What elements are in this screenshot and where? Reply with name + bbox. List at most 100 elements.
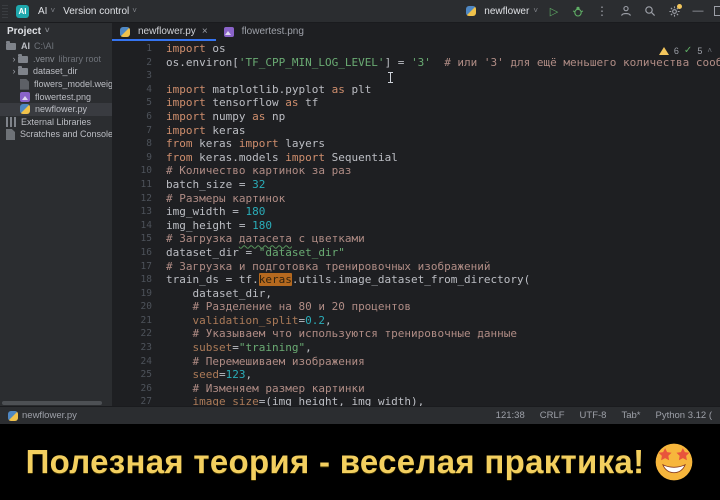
search-everywhere-button[interactable]: [642, 3, 658, 19]
code-line[interactable]: 3: [112, 69, 720, 83]
code-line[interactable]: 1import os: [112, 42, 720, 56]
code-token: layers: [279, 137, 325, 150]
horizontal-scrollbar[interactable]: [2, 401, 102, 405]
inspections-widget[interactable]: 6 ✓ 5 ˄: [659, 45, 712, 56]
line-number[interactable]: 1: [112, 42, 166, 56]
code-line[interactable]: 6import numpy as np: [112, 110, 720, 124]
line-number[interactable]: 11: [112, 178, 166, 192]
code-line[interactable]: 24 # Перемешиваем изображения: [112, 355, 720, 369]
line-number[interactable]: 20: [112, 300, 166, 314]
project-logo[interactable]: AI: [16, 5, 29, 18]
line-number[interactable]: 16: [112, 246, 166, 260]
line-number[interactable]: 25: [112, 368, 166, 382]
code-token: 0.2: [305, 314, 325, 327]
code-line[interactable]: 4import matplotlib.pyplot as plt: [112, 83, 720, 97]
debug-button[interactable]: [570, 3, 586, 19]
code-line[interactable]: 18train_ds = tf.keras.utils.image_datase…: [112, 273, 720, 287]
line-number[interactable]: 13: [112, 205, 166, 219]
code-line[interactable]: 22 # Указываем что используются трениров…: [112, 327, 720, 341]
code-line[interactable]: 5import tensorflow as tf: [112, 96, 720, 110]
run-config-select[interactable]: newflower ˅: [466, 6, 538, 17]
tree-item[interactable]: External Libraries: [0, 116, 112, 129]
python-interpreter[interactable]: Python 3.12 (: [655, 410, 712, 421]
tree-item[interactable]: AIC:\AI: [0, 40, 112, 53]
line-number[interactable]: 8: [112, 137, 166, 151]
code-with-me-button[interactable]: [618, 3, 634, 19]
code-token: as: [285, 96, 298, 109]
code-line[interactable]: 20 # Разделение на 80 и 20 процентов: [112, 300, 720, 314]
status-breadcrumb[interactable]: newflower.py: [8, 410, 77, 421]
line-number[interactable]: 3: [112, 69, 166, 83]
editor-tab[interactable]: newflower.py×: [112, 22, 216, 41]
run-button[interactable]: ▷: [546, 3, 562, 19]
tree-item[interactable]: ›dataset_dir: [0, 65, 112, 78]
settings-button[interactable]: [666, 3, 682, 19]
version-control-menu[interactable]: Version control˅: [59, 6, 141, 17]
line-number[interactable]: 6: [112, 110, 166, 124]
minimize-button[interactable]: —: [690, 3, 706, 19]
line-number[interactable]: 18: [112, 273, 166, 287]
code-line[interactable]: 8from keras import layers: [112, 137, 720, 151]
code-token: dataset_dir,: [166, 287, 272, 300]
chevron-right-icon[interactable]: ›: [10, 66, 18, 76]
code-text: # Размеры картинок: [166, 192, 285, 206]
line-number[interactable]: 15: [112, 232, 166, 246]
line-number[interactable]: 23: [112, 341, 166, 355]
main-menu-ai[interactable]: AI˅: [34, 6, 59, 17]
tree-item[interactable]: ›.venvlibrary root: [0, 53, 112, 66]
chevron-right-icon[interactable]: ›: [10, 54, 18, 64]
code-line[interactable]: 11batch_size = 32: [112, 178, 720, 192]
code-line[interactable]: 14img_height = 180: [112, 219, 720, 233]
line-number[interactable]: 7: [112, 124, 166, 138]
editor-tab[interactable]: flowertest.png: [216, 22, 312, 41]
line-number[interactable]: 14: [112, 219, 166, 233]
code-line[interactable]: 10# Количество картинок за раз: [112, 164, 720, 178]
line-number[interactable]: 9: [112, 151, 166, 165]
code-line[interactable]: 7import keras: [112, 124, 720, 138]
code-line[interactable]: 25 seed=123,: [112, 368, 720, 382]
code-text: from keras import layers: [166, 137, 325, 151]
line-number[interactable]: 22: [112, 327, 166, 341]
code-token: train_ds = tf.: [166, 273, 259, 286]
line-number[interactable]: 10: [112, 164, 166, 178]
more-actions-button[interactable]: ⋮: [594, 3, 610, 19]
line-number[interactable]: 26: [112, 382, 166, 396]
line-number[interactable]: 12: [112, 192, 166, 206]
tree-item[interactable]: newflower.py: [0, 103, 112, 116]
code-line[interactable]: 26 # Изменяем размер картинки: [112, 382, 720, 396]
code-line[interactable]: 13img_width = 180: [112, 205, 720, 219]
code-token: img_width =: [166, 205, 245, 218]
tree-item[interactable]: Scratches and Consoles: [0, 128, 112, 141]
code-text: # Загрузка и подготовка тренировочных из…: [166, 260, 491, 274]
maximize-button[interactable]: [714, 6, 720, 16]
line-number[interactable]: 4: [112, 83, 166, 97]
indent-style[interactable]: Tab*: [621, 410, 640, 421]
code-line[interactable]: 2os.environ['TF_CPP_MIN_LOG_LEVEL'] = '3…: [112, 56, 720, 70]
code-line[interactable]: 15# Загрузка датасета с цветками: [112, 232, 720, 246]
code-line[interactable]: 23 subset="training",: [112, 341, 720, 355]
folder-icon: [18, 56, 28, 63]
code-line[interactable]: 9from keras.models import Sequential: [112, 151, 720, 165]
typos-count: 5: [697, 46, 702, 56]
tree-item-label: AI: [21, 41, 30, 51]
line-number[interactable]: 5: [112, 96, 166, 110]
project-panel-header[interactable]: Project ˅: [0, 22, 112, 40]
code-line[interactable]: 12# Размеры картинок: [112, 192, 720, 206]
tree-item[interactable]: flowers_model.weights.h5: [0, 78, 112, 91]
line-number[interactable]: 17: [112, 260, 166, 274]
line-number[interactable]: 21: [112, 314, 166, 328]
project-header-label: Project: [7, 26, 41, 37]
tree-item[interactable]: flowertest.png: [0, 90, 112, 103]
code-line[interactable]: 21 validation_split=0.2,: [112, 314, 720, 328]
line-number[interactable]: 2: [112, 56, 166, 70]
line-number[interactable]: 24: [112, 355, 166, 369]
code-line[interactable]: 19 dataset_dir,: [112, 287, 720, 301]
close-tab-icon[interactable]: ×: [202, 26, 208, 37]
code-editor[interactable]: 1import os2os.environ['TF_CPP_MIN_LOG_LE…: [112, 41, 720, 407]
line-separator[interactable]: CRLF: [540, 410, 565, 421]
line-number[interactable]: 19: [112, 287, 166, 301]
encoding[interactable]: UTF-8: [580, 410, 607, 421]
code-line[interactable]: 16dataset_dir = "dataset_dir": [112, 246, 720, 260]
code-line[interactable]: 17# Загрузка и подготовка тренировочных …: [112, 260, 720, 274]
cursor-position[interactable]: 121:38: [496, 410, 525, 421]
